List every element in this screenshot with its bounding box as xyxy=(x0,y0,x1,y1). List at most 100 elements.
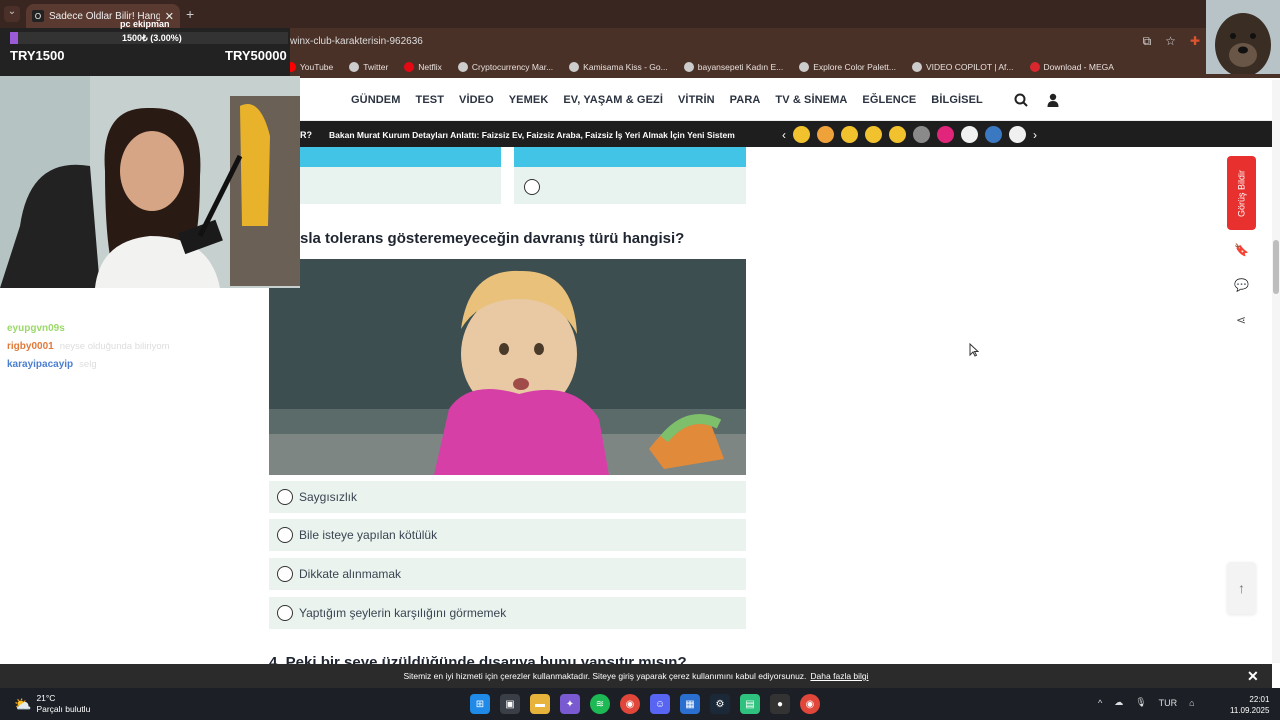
user-icon[interactable] xyxy=(1047,93,1059,107)
share-icon[interactable]: ⋖ xyxy=(1234,313,1248,327)
bookmark-label: bayansepeti Kadın E... xyxy=(697,62,784,72)
globe-icon xyxy=(569,62,580,72)
tab-favicon-icon: O xyxy=(32,10,44,22)
cookie-banner: Sitemiz en iyi hizmeti için çerezler kul… xyxy=(0,664,1272,688)
bookmark-item[interactable]: Explore Color Palett... xyxy=(799,62,896,72)
weather-widget[interactable]: ⛅ 21°C Parçalı bulutlu xyxy=(14,693,90,715)
store-icon[interactable]: ▦ xyxy=(680,694,700,714)
answer-option[interactable]: Dikkate alınmamak xyxy=(269,558,746,590)
ticker-prefix: R? xyxy=(300,130,312,140)
answer-option[interactable]: Bile isteye yapılan kötülük xyxy=(269,519,746,551)
reaction-grey-icon[interactable] xyxy=(913,126,930,143)
nav-item[interactable]: VİTRİN xyxy=(678,94,715,106)
cloud-icon[interactable]: ☁ xyxy=(1114,697,1123,708)
bookmark-item[interactable]: YouTube xyxy=(285,62,333,72)
tab-search-dropdown-icon[interactable]: ⌄ xyxy=(4,6,20,22)
answer-radio[interactable] xyxy=(277,566,293,582)
cookie-more-link[interactable]: Daha fazla bilgi xyxy=(810,671,868,681)
site-nav-menu: GÜNDEM TEST VİDEO YEMEK EV, YAŞAM & GEZİ VİTR… xyxy=(351,94,983,106)
bookmark-item[interactable]: bayansepeti Kadın E... xyxy=(683,62,784,72)
extension-icon[interactable]: ✚ xyxy=(1190,34,1200,49)
nav-item[interactable]: GÜNDEM xyxy=(351,94,401,106)
chevron-right-icon[interactable]: › xyxy=(1033,128,1037,142)
answer-label: Dikkate alınmamak xyxy=(299,567,402,581)
app-icon[interactable]: ▤ xyxy=(740,694,760,714)
chevron-up-icon[interactable]: ^ xyxy=(1098,698,1102,708)
chevron-left-icon[interactable]: ‹ xyxy=(782,128,786,142)
previous-answer-image xyxy=(514,147,746,167)
nav-item[interactable]: PARA xyxy=(730,94,761,106)
nav-item[interactable]: EV, YAŞAM & GEZİ xyxy=(563,94,663,106)
nav-item[interactable]: TV & SİNEMA xyxy=(775,94,847,106)
page-scrollbar[interactable] xyxy=(1272,80,1280,663)
bookmark-label: Explore Color Palett... xyxy=(813,62,896,72)
reaction-pink-icon[interactable] xyxy=(937,126,954,143)
chrome-active-icon[interactable]: ◉ xyxy=(800,694,820,714)
feedback-button[interactable]: Görüş Bildir xyxy=(1227,156,1256,230)
close-icon[interactable]: ✕ xyxy=(1247,668,1259,685)
weather-desc: Parçalı bulutlu xyxy=(36,704,91,714)
bookmark-item[interactable]: Netflix xyxy=(404,62,442,72)
reaction-smile-icon[interactable] xyxy=(889,126,906,143)
bookmark-item[interactable]: Kamisama Kiss - Go... xyxy=(569,62,668,72)
bookmark-star-icon[interactable]: ☆ xyxy=(1165,34,1176,49)
search-icon[interactable] xyxy=(1014,93,1028,107)
nav-item[interactable]: VİDEO xyxy=(459,94,494,106)
obs-icon[interactable]: ● xyxy=(770,694,790,714)
nav-item[interactable]: BİLGİSEL xyxy=(931,94,983,106)
donation-goal-fill xyxy=(10,32,18,44)
answer-label: Bile isteye yapılan kötülük xyxy=(299,528,438,542)
copilot-icon[interactable]: ✦ xyxy=(560,694,580,714)
donation-goal-title: pc ekipman xyxy=(120,19,170,29)
mouse-cursor-icon xyxy=(969,343,979,357)
reaction-blue-icon[interactable] xyxy=(985,126,1002,143)
weather-temp: 21°C xyxy=(36,693,56,703)
answer-option[interactable]: Yaptığım şeylerin karşılığını görmemek xyxy=(269,597,746,629)
clock-time: 22:01 xyxy=(1249,695,1270,704)
globe-icon xyxy=(911,62,922,72)
previous-answer-radio[interactable] xyxy=(524,179,540,195)
microphone-icon[interactable]: 🎙 xyxy=(1135,697,1146,708)
nav-item[interactable]: TEST xyxy=(416,94,445,106)
discord-icon[interactable]: ☺ xyxy=(650,694,670,714)
scroll-to-top-button[interactable]: ↑ xyxy=(1227,562,1256,614)
nav-item[interactable]: EĞLENCE xyxy=(862,94,916,106)
answer-radio[interactable] xyxy=(277,489,293,505)
chrome-icon[interactable]: ◉ xyxy=(620,694,640,714)
answer-radio[interactable] xyxy=(277,527,293,543)
new-tab-icon[interactable]: + xyxy=(186,6,194,22)
chat-username: karayipacayip xyxy=(7,359,74,370)
reaction-blush-icon[interactable] xyxy=(817,126,834,143)
bookmark-item[interactable]: Twitter xyxy=(349,62,388,72)
reaction-love-icon[interactable] xyxy=(841,126,858,143)
spotify-icon[interactable]: ≋ xyxy=(590,694,610,714)
network-icon[interactable]: ⌂ xyxy=(1189,698,1194,708)
task-view-icon[interactable]: ▣ xyxy=(500,694,520,714)
reaction-plus-icon[interactable] xyxy=(961,126,978,143)
url-text[interactable]: winx-club-karakterisin-962636 xyxy=(290,36,423,47)
ticker-headline[interactable]: Bakan Murat Kurum Detayları Anlattı: Fai… xyxy=(329,130,735,140)
steam-icon[interactable]: ⚙ xyxy=(710,694,730,714)
bookmark-add-icon[interactable]: 🔖 xyxy=(1234,243,1249,257)
bookmark-label: Download - MEGA xyxy=(1043,62,1114,72)
reaction-sad-icon[interactable] xyxy=(865,126,882,143)
address-actions: ⧉ ☆ ✚ xyxy=(1143,34,1200,49)
answer-radio[interactable] xyxy=(277,605,293,621)
system-clock[interactable]: 22:01 11.09.2025 xyxy=(1230,694,1269,716)
answer-option[interactable]: Saygısızlık xyxy=(269,481,746,513)
scrollbar-thumb[interactable] xyxy=(1273,240,1279,294)
install-app-icon[interactable]: ⧉ xyxy=(1143,34,1152,49)
reaction-ok-icon[interactable] xyxy=(1009,126,1026,143)
file-explorer-icon[interactable]: ▬ xyxy=(530,694,550,714)
chat-username: eyupgvn09s xyxy=(7,323,65,334)
taskbar-apps: ⊞ ▣ ▬ ✦ ≋ ◉ ☺ ▦ ⚙ ▤ ● ◉ xyxy=(470,694,820,714)
bookmark-item[interactable]: VIDEO COPILOT | Af... xyxy=(911,62,1014,72)
bookmark-item[interactable]: Download - MEGA xyxy=(1029,62,1114,72)
bookmark-item[interactable]: Cryptocurrency Mar... xyxy=(457,62,553,72)
weather-icon: ⛅ xyxy=(14,695,32,712)
reaction-monocle-icon[interactable] xyxy=(793,126,810,143)
language-indicator[interactable]: TUR xyxy=(1159,698,1178,708)
comments-icon[interactable]: 💬 xyxy=(1234,278,1249,292)
start-icon[interactable]: ⊞ xyxy=(470,694,490,714)
nav-item[interactable]: YEMEK xyxy=(509,94,549,106)
